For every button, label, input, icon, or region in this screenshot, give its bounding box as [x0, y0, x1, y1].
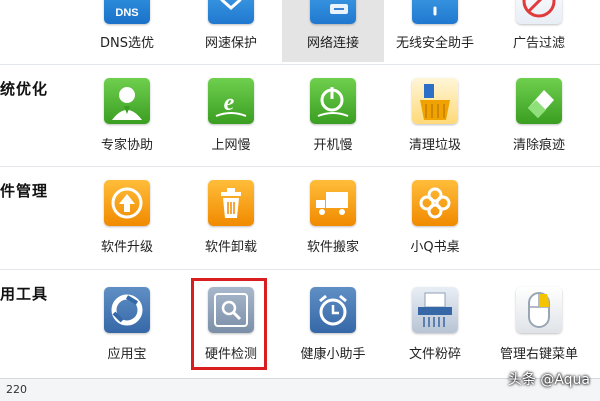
svg-text:DNS: DNS	[115, 7, 138, 19]
tool-label: 软件升级	[100, 240, 153, 255]
tool-label: 专家协助	[100, 138, 153, 153]
system-optimize-section: 统优化 专家协助 e 上网慢 开机慢 清理垃圾 清除痕迹	[0, 64, 600, 166]
tool-q-desk[interactable]: 小Q书桌	[388, 168, 482, 260]
mouse-icon	[516, 287, 562, 333]
tool-label: 应用宝	[107, 347, 147, 362]
hardware-check-icon	[208, 287, 254, 333]
tool-software-upgrade[interactable]: 软件升级	[80, 168, 174, 260]
tool-network-connect[interactable]: 网络连接	[282, 0, 384, 62]
tool-label: 开机慢	[313, 138, 353, 153]
eraser-icon	[516, 78, 562, 124]
shredder-icon	[412, 287, 458, 333]
tool-clean-junk[interactable]: 清理垃圾	[388, 66, 482, 158]
section-title: 件管理	[0, 182, 49, 200]
watermark: 头条 @Aqua	[507, 372, 590, 388]
tool-label: DNS选优	[100, 36, 154, 51]
clover-icon	[412, 180, 458, 226]
wifi-shield-icon	[412, 0, 458, 24]
expert-doctor-icon	[104, 78, 150, 124]
tool-slow-internet[interactable]: e 上网慢	[184, 66, 278, 158]
tool-label: 管理右键菜单	[499, 347, 578, 362]
tool-label: 清除痕迹	[512, 138, 565, 153]
utility-tools-section: 用工具 应用宝 硬件检测 健康小助手 文件粉碎 管理右键菜单	[0, 269, 600, 377]
tool-label: 硬件检测	[204, 347, 257, 362]
alarm-clock-icon	[310, 287, 356, 333]
broom-icon	[412, 78, 458, 124]
moving-truck-icon	[310, 180, 356, 226]
network-tools-section: DNS DNS选优 网速保护 网络连接 无线安全助手 广告过滤	[0, 0, 600, 64]
tool-slow-boot[interactable]: 开机慢	[286, 66, 380, 158]
shield-icon	[208, 0, 254, 24]
app-store-icon	[104, 287, 150, 333]
ad-filter-icon	[516, 0, 562, 24]
section-title: 统优化	[0, 80, 49, 98]
tool-label: 软件搬家	[306, 240, 359, 255]
tool-label: 上网慢	[211, 138, 251, 153]
dns-icon: DNS	[104, 0, 150, 24]
browser-snail-icon: e	[208, 78, 254, 124]
tool-label: 网络连接	[306, 36, 359, 51]
tool-software-uninstall[interactable]: 软件卸载	[184, 168, 278, 260]
tool-label: 无线安全助手	[395, 36, 474, 51]
tool-health-helper[interactable]: 健康小助手	[286, 275, 380, 367]
tool-label: 小Q书桌	[410, 240, 460, 255]
network-link-icon	[310, 0, 356, 24]
tool-label: 广告过滤	[512, 36, 565, 51]
tool-label: 文件粉碎	[408, 347, 461, 362]
upgrade-arrow-icon	[104, 180, 150, 226]
tool-label: 软件卸载	[204, 240, 257, 255]
trash-icon	[208, 180, 254, 226]
tool-label: 网速保护	[204, 36, 257, 51]
tool-label: 清理垃圾	[408, 138, 461, 153]
status-text: 220	[6, 383, 27, 396]
tool-clear-traces[interactable]: 清除痕迹	[492, 66, 586, 158]
tool-expert-assist[interactable]: 专家协助	[80, 66, 174, 158]
power-snail-icon	[310, 78, 356, 124]
tool-file-shredder[interactable]: 文件粉碎	[388, 275, 482, 367]
software-manage-section: 件管理 软件升级 软件卸载 软件搬家 小Q书桌	[0, 166, 600, 269]
tool-app-store[interactable]: 应用宝	[80, 275, 174, 367]
tool-software-move[interactable]: 软件搬家	[286, 168, 380, 260]
tool-label: 健康小助手	[300, 347, 366, 362]
tool-hardware-check[interactable]: 硬件检测	[184, 275, 278, 367]
tool-context-menu[interactable]: 管理右键菜单	[492, 275, 586, 367]
section-title: 用工具	[0, 285, 49, 303]
